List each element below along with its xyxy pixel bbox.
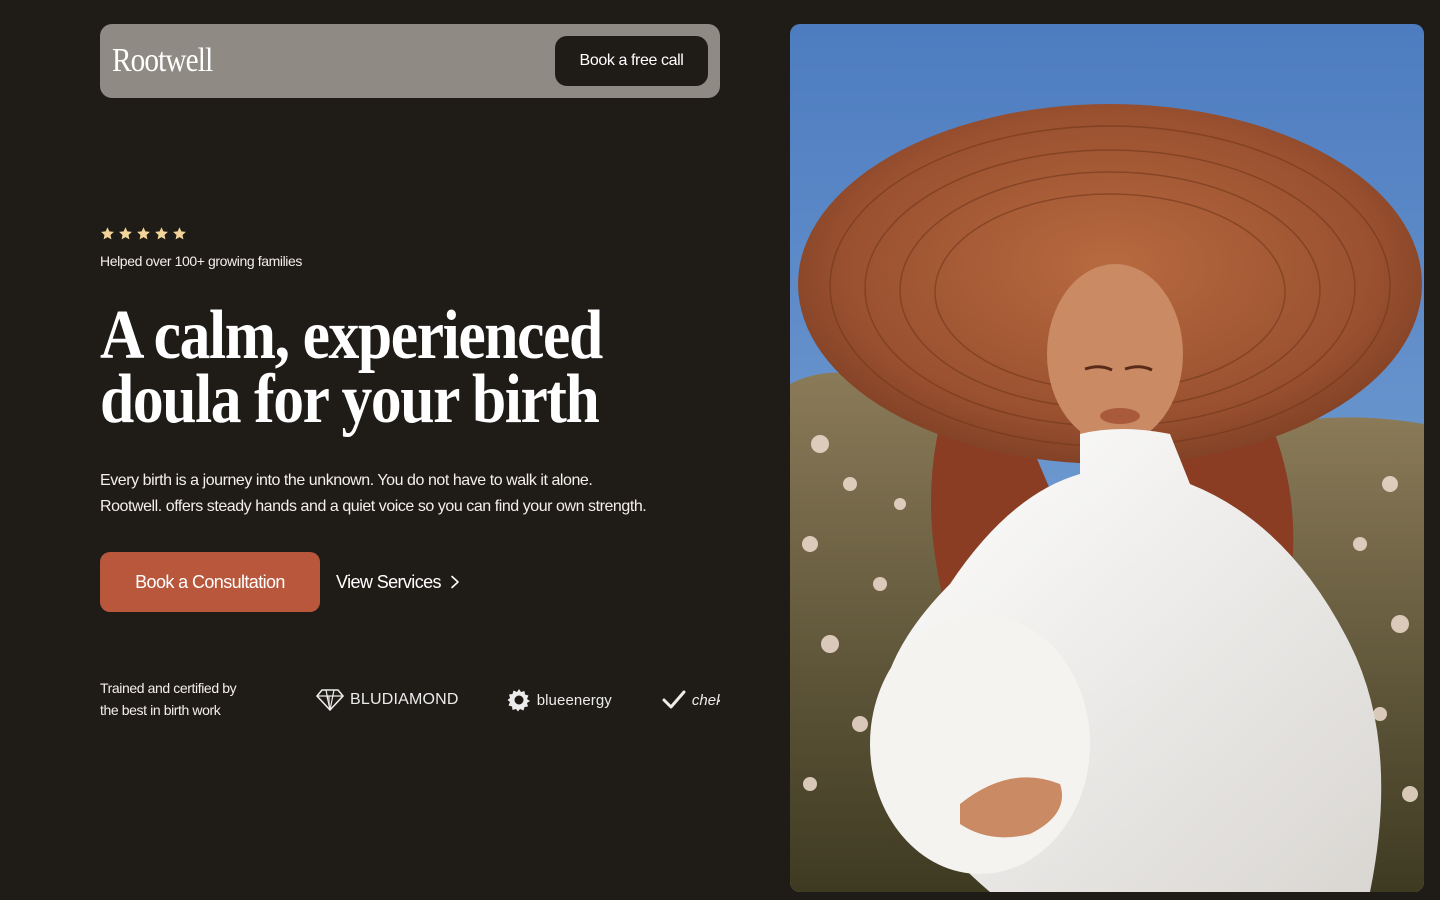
hero-subtext: Every birth is a journey into the unknow…	[100, 468, 700, 520]
view-services-button[interactable]: View Services	[336, 566, 461, 598]
partner-blueenergy: blueenergy	[507, 688, 612, 712]
gear-icon	[507, 689, 530, 712]
check-icon	[662, 690, 686, 709]
hero-headline: A calm, experienced doula for your birth	[100, 297, 646, 438]
subtext-line-2: Rootwell. offers steady hands and a quie…	[100, 498, 647, 515]
star-icon	[101, 227, 114, 240]
trust-line-1: Trained and certified by	[100, 680, 237, 696]
chevron-right-icon	[451, 575, 459, 589]
rating-caption: Helped over 100+ growing families	[100, 253, 302, 269]
headline-line-2: doula for your birth	[100, 361, 600, 438]
headline-line-1: A calm, experienced	[100, 297, 603, 374]
book-free-call-button[interactable]: Book a free call	[555, 36, 708, 86]
brand-logo[interactable]: Rootwell	[112, 42, 213, 80]
diamond-icon	[316, 689, 344, 712]
trust-caption: Trained and certified by the best in bir…	[100, 677, 237, 721]
hero-photo	[790, 24, 1424, 892]
partner-blueenergy-label: blueenergy	[536, 691, 612, 709]
star-icon	[173, 227, 186, 240]
star-icon	[137, 227, 150, 240]
star-icon	[119, 227, 132, 240]
partner-bludiamond: BLUDIAMOND	[316, 688, 459, 712]
trust-line-2: the best in birth work	[100, 702, 221, 718]
view-services-label: View Services	[336, 571, 442, 592]
top-navbar: Rootwell Book a free call	[100, 24, 720, 98]
partner-logos: BLUDIAMOND blueenergy chek	[316, 684, 720, 716]
star-icon	[155, 227, 168, 240]
subtext-line-1: Every birth is a journey into the unknow…	[100, 472, 593, 489]
partner-chek-label: chek	[691, 691, 720, 709]
book-consultation-button[interactable]: Book a Consultation	[100, 552, 320, 612]
partner-bludiamond-label: BLUDIAMOND	[350, 691, 459, 708]
partner-chek: chek	[662, 689, 720, 711]
rating-stars	[100, 226, 187, 241]
hero-photo-illustration	[790, 24, 1424, 892]
